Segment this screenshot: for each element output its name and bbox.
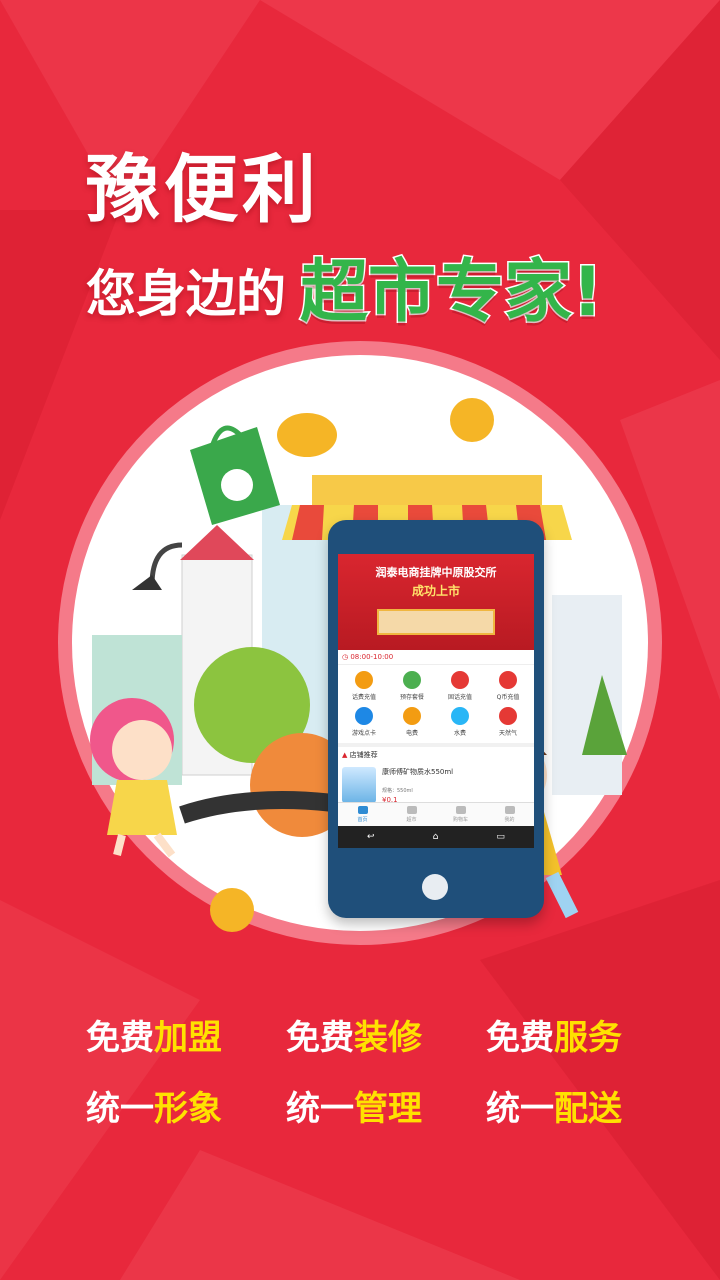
- slogan-highlight: 服务: [554, 1018, 622, 1058]
- service-label: 预存套餐: [399, 694, 424, 701]
- tab-profile[interactable]: 我的: [485, 803, 534, 826]
- service-label: 游戏点卡: [351, 730, 376, 737]
- business-hours: ◷ 08:00-10:00: [338, 650, 534, 665]
- coin-icon: [277, 413, 337, 457]
- lamp-post: [149, 542, 183, 586]
- banner-line2: 成功上市: [411, 584, 460, 598]
- brand-title: 豫便利: [86, 147, 320, 233]
- service-label: 固话充值: [447, 694, 472, 701]
- slogan-grid: 免费加盟 免费装修 免费服务 统一形象 统一管理 统一配送: [86, 1010, 666, 1130]
- service-item[interactable]: 电费: [388, 707, 436, 737]
- slogan-item: 免费装修: [286, 1010, 486, 1059]
- phone-mockup: 润泰电商挂牌中原股交所 成功上市 ◷ 08:00-10:00 话费充值 预存套餐 固…: [328, 520, 544, 918]
- slogan-prefix: 统一: [286, 1089, 354, 1129]
- hours-text: 08:00-10:00: [350, 653, 394, 661]
- promo-banner[interactable]: 润泰电商挂牌中原股交所 成功上市: [338, 554, 534, 650]
- product-name: 康师傅矿物质水550ml: [382, 768, 454, 776]
- slogan-highlight: 装修: [354, 1018, 422, 1058]
- slogan-item: 统一管理: [286, 1081, 486, 1130]
- android-nav-bar: ↩ ⌂ ▭: [338, 826, 534, 848]
- product-spec: 规格：550ml: [382, 788, 413, 794]
- tab-home[interactable]: 首页: [338, 803, 387, 826]
- thumbs-up-icon: ▲: [342, 751, 350, 759]
- water-bottles-image: [342, 767, 376, 803]
- service-item[interactable]: 话费充值: [340, 671, 388, 701]
- phone-icon: [355, 671, 373, 689]
- coin-icon: [210, 888, 254, 932]
- penguin-icon: [499, 671, 517, 689]
- tab-cart[interactable]: 购物车: [436, 803, 485, 826]
- bottom-tab-bar: 首页 超市 购物车 我的: [338, 802, 534, 826]
- service-item[interactable]: 天然气: [484, 707, 532, 737]
- landline-icon: [451, 671, 469, 689]
- recommend-title: 店铺推荐: [349, 751, 378, 759]
- service-grid: 话费充值 预存套餐 固话充值 Q币充值游戏点卡 电费 水费 天然气: [338, 665, 534, 743]
- gamepad-icon: [355, 707, 373, 725]
- service-label: 水费: [453, 730, 466, 737]
- slogan-item: 统一形象: [86, 1081, 286, 1130]
- slogan-highlight: 加盟: [154, 1018, 222, 1058]
- slogan-highlight: 配送: [554, 1089, 622, 1129]
- home-nav-icon[interactable]: ⌂: [433, 832, 439, 842]
- slogan-prefix: 免费: [86, 1018, 154, 1058]
- back-icon[interactable]: ↩: [367, 832, 375, 842]
- service-label: 电费: [405, 730, 418, 737]
- cart-icon: [455, 806, 466, 814]
- service-item[interactable]: 固话充值: [436, 671, 484, 701]
- recent-apps-icon[interactable]: ▭: [496, 832, 505, 842]
- slogan-item: 免费加盟: [86, 1010, 286, 1059]
- slogan-highlight: 形象: [154, 1089, 222, 1129]
- service-item[interactable]: 游戏点卡: [340, 707, 388, 737]
- coin-icon: [450, 398, 494, 442]
- service-label: 话费充值: [351, 694, 376, 701]
- home-icon: [357, 806, 368, 814]
- tagline-accent: 超市专家!: [298, 252, 604, 334]
- service-label: Q币充值: [496, 694, 520, 701]
- phone-screen: 润泰电商挂牌中原股交所 成功上市 ◷ 08:00-10:00 话费充值 预存套餐 固…: [338, 554, 534, 848]
- product-item[interactable]: 康师傅矿物质水550ml 规格：550ml ¥0.1: [338, 763, 534, 807]
- banner-photos: [377, 609, 495, 635]
- flame-icon: [499, 707, 517, 725]
- tagline-prefix: 您身边的: [86, 265, 286, 323]
- user-icon: [504, 806, 515, 814]
- service-item[interactable]: 预存套餐: [388, 671, 436, 701]
- slogan-prefix: 统一: [486, 1089, 554, 1129]
- store-icon: [406, 806, 417, 814]
- slogan-highlight: 管理: [354, 1089, 422, 1129]
- slogan-item: 免费服务: [486, 1010, 666, 1059]
- slogan-item: 统一配送: [486, 1081, 666, 1130]
- slogan-prefix: 免费: [486, 1018, 554, 1058]
- recommend-header: ▲ 店铺推荐: [338, 743, 534, 763]
- slogan-prefix: 统一: [86, 1089, 154, 1129]
- phone-home-button: [422, 874, 448, 900]
- sim-icon: [403, 671, 421, 689]
- tab-supermarket[interactable]: 超市: [387, 803, 436, 826]
- service-label: 天然气: [498, 730, 517, 737]
- banner-line1: 润泰电商挂牌中原股交所: [375, 566, 497, 579]
- tagline: 您身边的 超市专家!: [86, 232, 605, 334]
- lightning-icon: [403, 707, 421, 725]
- water-drop-icon: [451, 707, 469, 725]
- service-item[interactable]: 水费: [436, 707, 484, 737]
- slogan-prefix: 免费: [286, 1018, 354, 1058]
- service-item[interactable]: Q币充值: [484, 671, 532, 701]
